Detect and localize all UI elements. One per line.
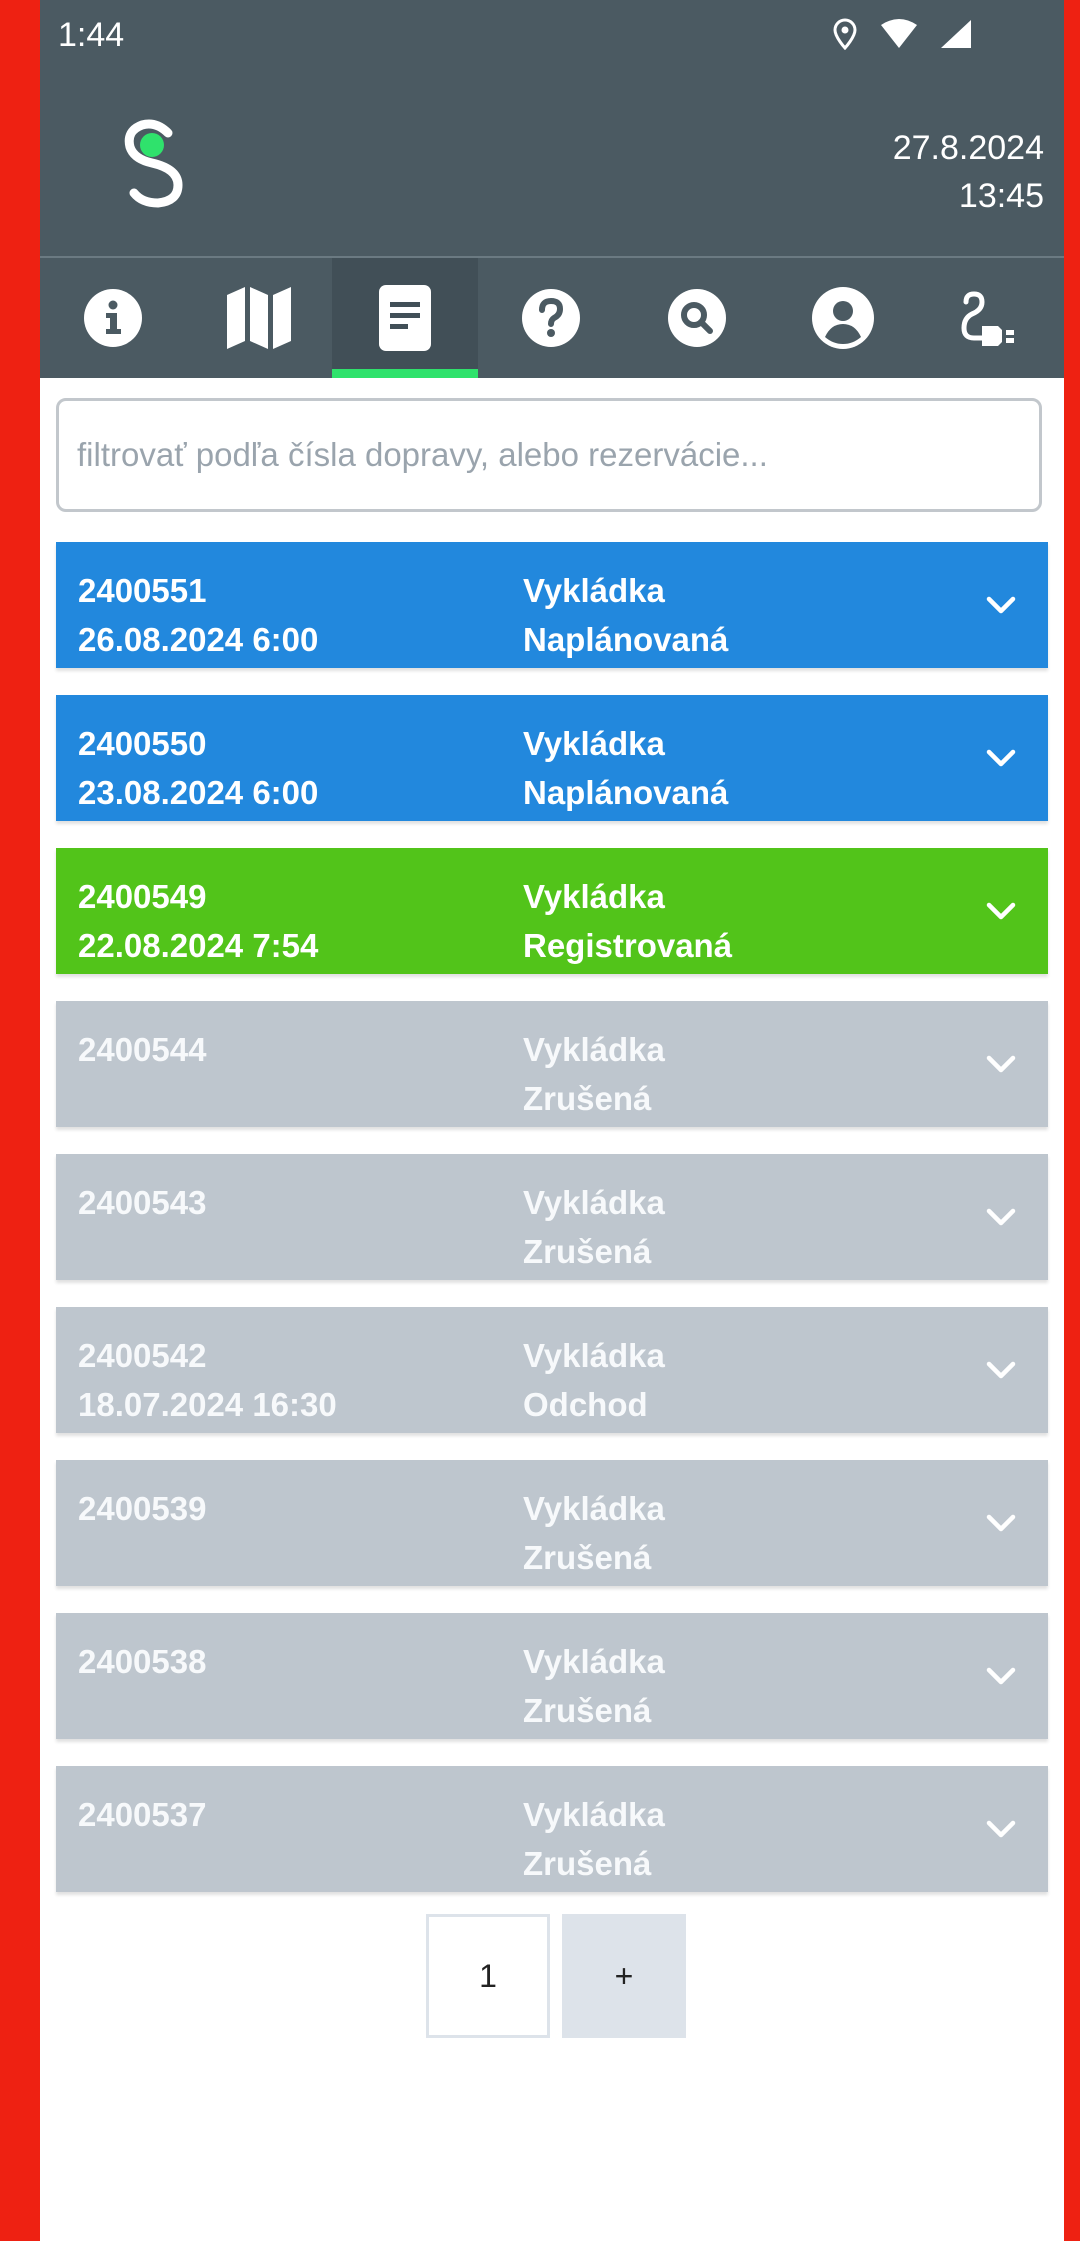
row-type-status: Vykládka Zrušená [523,1790,665,1888]
status-time: 1:44 [58,16,125,54]
transport-type: Vykládka [523,1796,665,1833]
transport-date: 18.07.2024 16:30 [78,1386,337,1423]
transport-number: 2400543 [78,1184,207,1221]
transport-number: 2400544 [78,1031,207,1068]
transport-number: 2400551 [78,572,207,609]
transport-status: Zrušená [523,1845,652,1882]
transport-type: Vykládka [523,1031,665,1068]
wifi-icon [881,19,917,48]
header-time: 13:45 [958,177,1044,215]
transport-row[interactable]: 2400539 Vykládka Zrušená [56,1460,1048,1586]
transport-list: 2400551 26.08.2024 6:00 Vykládka Naplánovan… [56,542,1048,1919]
row-id-date: 2400542 18.07.2024 16:30 [78,1331,337,1429]
transport-status: Naplánovaná [523,621,729,658]
transport-status: Odchod [523,1386,648,1423]
transport-date: 23.08.2024 6:00 [78,774,319,811]
nav-help[interactable] [478,258,624,378]
transport-status: Zrušená [523,1692,652,1729]
document-icon [379,285,431,351]
transport-row[interactable]: 2400537 Vykládka Zrušená [56,1766,1048,1892]
chevron-down-icon[interactable] [984,588,1018,622]
chevron-down-icon[interactable] [984,1200,1018,1234]
top-bar: 1:44 27.8.2024 13:45 [40,0,1064,378]
row-id-date: 2400538 [78,1637,206,1686]
app-logo [124,119,183,208]
transport-type: Vykládka [523,725,665,762]
transport-type: Vykládka [523,572,665,609]
chevron-down-icon[interactable] [984,1353,1018,1387]
chevron-down-icon[interactable] [984,1812,1018,1846]
transport-status: Zrušená [523,1539,652,1576]
transport-status: Zrušená [523,1080,652,1117]
row-id-date: 2400539 [78,1484,206,1533]
filter-input[interactable] [56,398,1042,512]
main-nav [40,258,1064,378]
row-type-status: Vykládka Odchod [523,1331,665,1429]
nav-logout[interactable] [916,258,1062,378]
logout-plug-icon [961,291,1014,346]
nav-info[interactable] [40,258,186,378]
transport-row[interactable]: 2400542 18.07.2024 16:30 Vykládka Odchod [56,1307,1048,1433]
location-icon [833,18,857,50]
pagination: 1 + [426,1914,686,2038]
transport-number: 2400550 [78,725,207,762]
nav-profile[interactable] [770,258,916,378]
transport-type: Vykládka [523,1184,665,1221]
transport-status: Registrovaná [523,927,733,964]
transport-type: Vykládka [523,1643,665,1680]
transport-status: Zrušená [523,1233,652,1270]
row-id-date: 2400550 23.08.2024 6:00 [78,719,318,817]
nav-documents[interactable] [332,258,478,378]
signal-icon [941,20,971,48]
chevron-down-icon[interactable] [984,1506,1018,1540]
transport-row[interactable]: 2400543 Vykládka Zrušená [56,1154,1048,1280]
transport-type: Vykládka [523,1490,665,1527]
header-date: 27.8.2024 [892,129,1044,167]
transport-number: 2400542 [78,1337,207,1374]
row-type-status: Vykládka Zrušená [523,1178,665,1276]
transport-row[interactable]: 2400538 Vykládka Zrušená [56,1613,1048,1739]
load-more-button[interactable]: + [562,1914,686,2038]
row-type-status: Vykládka Naplánovaná [523,719,728,817]
transport-row[interactable]: 2400551 26.08.2024 6:00 Vykládka Naplánovan… [56,542,1048,668]
transport-status: Naplánovaná [523,774,729,811]
page-1-button[interactable]: 1 [426,1914,550,2038]
status-icons [832,18,972,50]
row-id-date: 2400549 22.08.2024 7:54 [78,872,318,970]
transport-date: 22.08.2024 7:54 [78,927,319,964]
info-icon [84,289,142,347]
chevron-down-icon[interactable] [984,1659,1018,1693]
search-icon [668,289,726,347]
row-id-date: 2400551 26.08.2024 6:00 [78,566,318,664]
transport-number: 2400549 [78,878,207,915]
nav-map[interactable] [186,258,332,378]
transport-row[interactable]: 2400550 23.08.2024 6:00 Vykládka Naplánovan… [56,695,1048,821]
app-screen: 1:44 27.8.2024 13:45 filtrovať podľa čís… [40,0,1064,2241]
transport-number: 2400538 [78,1643,207,1680]
row-type-status: Vykládka Zrušená [523,1637,665,1735]
transport-number: 2400537 [78,1796,207,1833]
transport-row[interactable]: 2400544 Vykládka Zrušená [56,1001,1048,1127]
transport-type: Vykládka [523,1337,665,1374]
nav-active-indicator [332,369,478,378]
user-icon [812,287,874,349]
chevron-down-icon[interactable] [984,894,1018,928]
row-type-status: Vykládka Zrušená [523,1025,665,1123]
transport-row[interactable]: 2400549 22.08.2024 7:54 Vykládka Registrova… [56,848,1048,974]
row-id-date: 2400544 [78,1025,206,1074]
row-id-date: 2400537 [78,1790,206,1839]
header-datetime: 27.8.2024 13:45 [893,124,1044,220]
chevron-down-icon[interactable] [984,741,1018,775]
row-type-status: Vykládka Registrovaná [523,872,732,970]
transport-number: 2400539 [78,1490,207,1527]
transport-type: Vykládka [523,878,665,915]
chevron-down-icon[interactable] [984,1047,1018,1081]
row-id-date: 2400543 [78,1178,206,1227]
nav-search[interactable] [624,258,770,378]
help-icon [522,289,580,347]
map-icon [227,287,291,349]
transport-date: 26.08.2024 6:00 [78,621,319,658]
row-type-status: Vykládka Zrušená [523,1484,665,1582]
row-type-status: Vykládka Naplánovaná [523,566,728,664]
